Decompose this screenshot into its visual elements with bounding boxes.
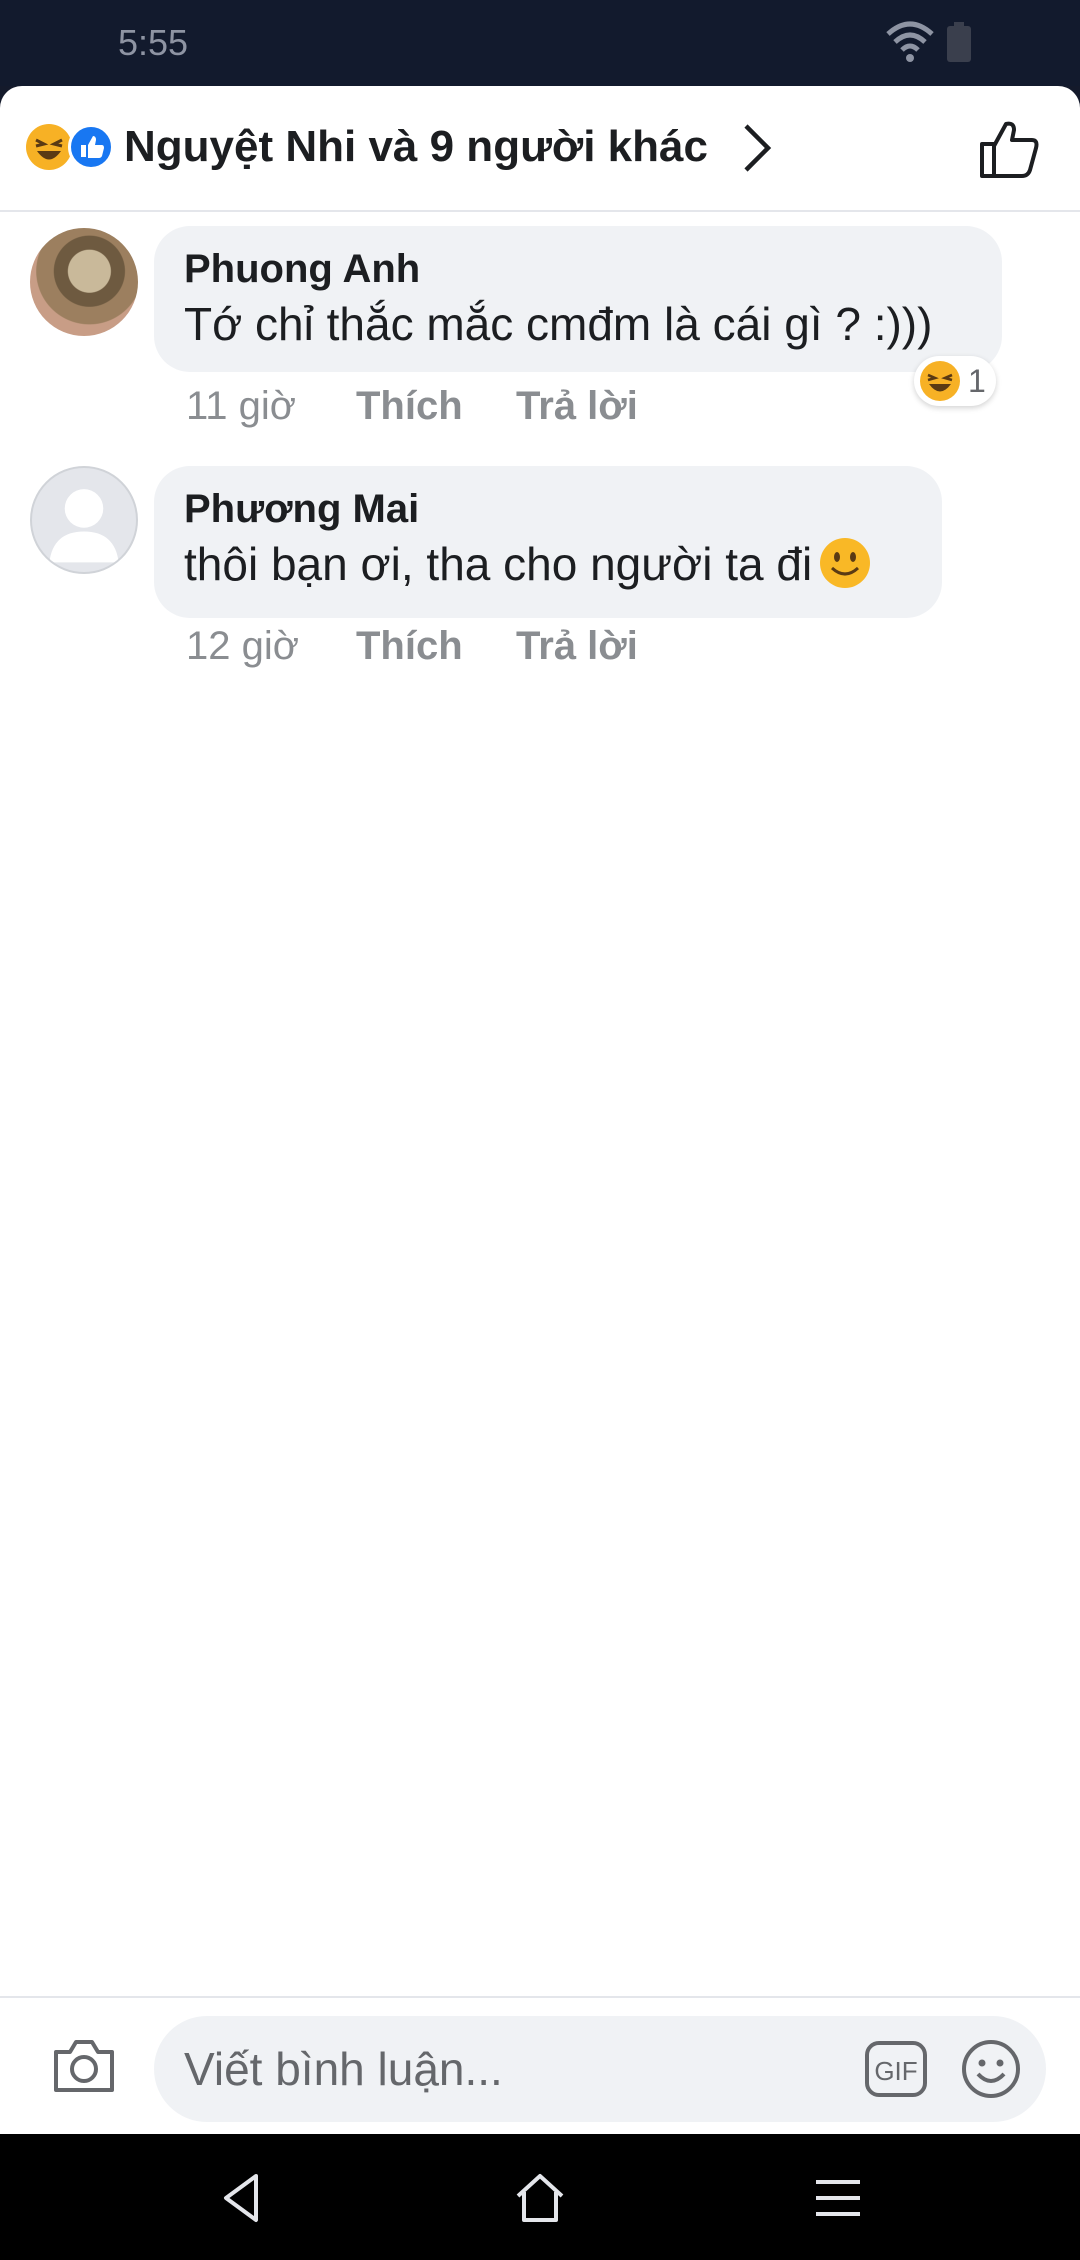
wifi-icon xyxy=(886,21,934,62)
comment-time: 11 giờ xyxy=(186,384,296,428)
like-comment-button[interactable]: Thích xyxy=(356,624,463,669)
like-comment-button[interactable]: Thích xyxy=(356,384,463,429)
reply-button[interactable]: Trả lời xyxy=(516,624,638,669)
haha-reaction-icon xyxy=(920,361,960,401)
screen: 5:55 Nguyệt Nhi và 9 người khác Phuong A… xyxy=(0,0,1080,2260)
comment-input-container: GIF xyxy=(154,2016,1046,2122)
comment-bubble[interactable]: Phuong Anh Tớ chỉ thắc mắc cmđm là cái g… xyxy=(154,226,1002,372)
reaction-count: 1 xyxy=(968,362,986,399)
avatar[interactable] xyxy=(30,228,138,336)
comment-time: 12 giờ xyxy=(186,624,299,668)
reactions-header[interactable]: Nguyệt Nhi và 9 người khác xyxy=(0,86,1080,212)
chevron-right-icon xyxy=(744,124,772,172)
like-outline-icon[interactable] xyxy=(978,118,1040,180)
camera-icon[interactable] xyxy=(52,2036,116,2094)
comments-sheet: Nguyệt Nhi và 9 người khác Phuong Anh Tớ… xyxy=(0,86,1080,2134)
smiley-emoji-icon xyxy=(820,538,871,588)
comment-composer: GIF xyxy=(0,1996,1080,2134)
reactions-summary: Nguyệt Nhi và 9 người khác xyxy=(124,122,708,171)
system-nav-bar xyxy=(0,2134,1080,2260)
comment-input[interactable] xyxy=(184,2038,844,2100)
gif-icon[interactable]: GIF xyxy=(864,2040,928,2098)
battery-icon xyxy=(947,22,971,62)
back-icon[interactable] xyxy=(212,2170,272,2226)
comment-author[interactable]: Phương Mai xyxy=(184,484,912,534)
comment-text: thôi bạn ơi, tha cho người ta đi xyxy=(184,538,813,590)
home-icon[interactable] xyxy=(510,2170,570,2226)
default-avatar-icon xyxy=(49,489,119,563)
menu-icon[interactable] xyxy=(808,2170,868,2226)
haha-reaction-icon xyxy=(26,124,72,170)
comment-bubble[interactable]: Phương Mai thôi bạn ơi, tha cho người ta… xyxy=(154,466,942,618)
status-time: 5:55 xyxy=(118,22,189,63)
comment-reaction-count[interactable]: 1 xyxy=(914,356,996,406)
comment-text: Tớ chỉ thắc mắc cmđm là cái gì ? :))) xyxy=(184,298,933,350)
comment-author[interactable]: Phuong Anh xyxy=(184,244,972,294)
emoji-icon[interactable] xyxy=(960,2038,1022,2100)
avatar[interactable] xyxy=(30,466,138,574)
status-bar: 5:55 xyxy=(0,0,1080,86)
gif-label: GIF xyxy=(874,2056,917,2086)
like-reaction-icon xyxy=(68,124,114,170)
comment-item: Phuong Anh Tớ chỉ thắc mắc cmđm là cái g… xyxy=(0,226,1080,429)
reply-button[interactable]: Trả lời xyxy=(516,384,638,429)
comment-text-row: thôi bạn ơi, tha cho người ta đi xyxy=(184,534,912,594)
comment-item: Phương Mai thôi bạn ơi, tha cho người ta… xyxy=(0,466,1080,669)
